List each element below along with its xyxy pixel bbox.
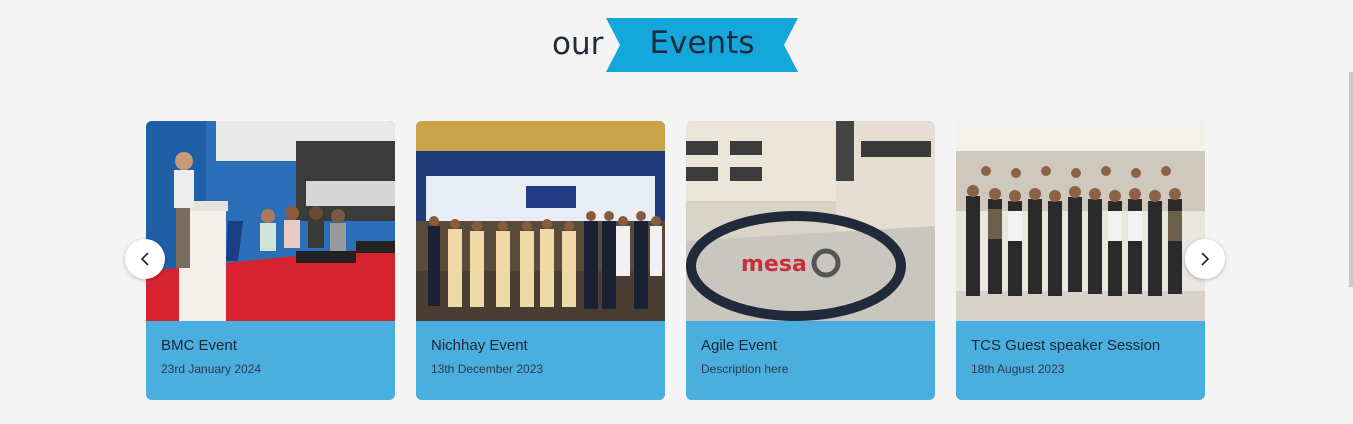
- event-photo: [146, 121, 395, 321]
- event-photo: [956, 121, 1205, 321]
- event-photo: [416, 121, 665, 321]
- chevron-right-icon: [1201, 252, 1210, 266]
- events-carousel: BMC Event 23rd January 2024 Nichhay Even…: [0, 0, 1353, 424]
- event-card[interactable]: TCS Guest speaker Session 18th August 20…: [956, 121, 1205, 400]
- event-title: Nichhay Event: [431, 337, 528, 354]
- event-caption: [956, 321, 1205, 400]
- event-date: 18th August 2023: [971, 362, 1065, 376]
- event-caption: [146, 321, 395, 400]
- event-caption: [416, 321, 665, 400]
- svg-text:mesa: mesa: [741, 252, 807, 277]
- event-title: BMC Event: [161, 337, 237, 354]
- event-date: 23rd January 2024: [161, 362, 262, 376]
- event-card[interactable]: mesa Agile Event Description here: [686, 121, 935, 400]
- chevron-left-icon: [140, 252, 149, 266]
- event-caption: [686, 321, 935, 400]
- event-card[interactable]: Nichhay Event 13th December 2023: [416, 121, 665, 400]
- event-card[interactable]: BMC Event 23rd January 2024: [146, 121, 395, 400]
- carousel-next-button[interactable]: [1185, 239, 1225, 279]
- event-photo: mesa: [686, 121, 935, 321]
- event-title: Agile Event: [701, 337, 777, 354]
- event-title: TCS Guest speaker Session: [971, 337, 1161, 354]
- event-date: Description here: [701, 362, 789, 376]
- carousel-prev-button[interactable]: [125, 239, 165, 279]
- event-date: 13th December 2023: [431, 362, 544, 376]
